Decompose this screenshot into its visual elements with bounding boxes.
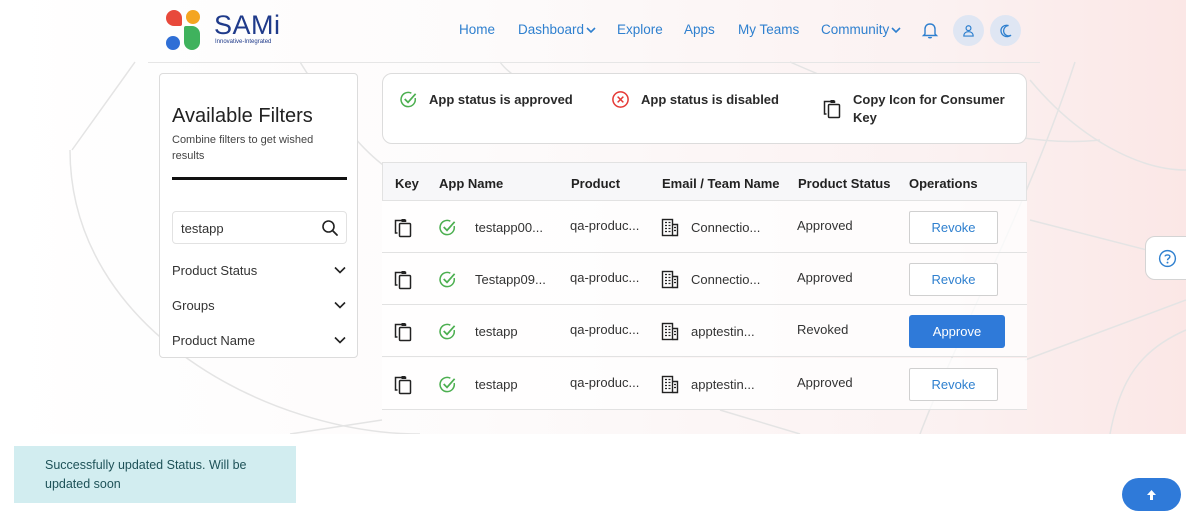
filter-groups-label: Groups: [172, 298, 215, 313]
filter-product-status[interactable]: Product Status: [172, 263, 347, 281]
chevron-down-icon: [334, 301, 346, 309]
filter-product-name-label: Product Name: [172, 333, 256, 348]
table-row: testapp qa-produc... apptestin... Revoked Ap…: [382, 305, 1027, 357]
status-cell: Approved: [797, 375, 853, 390]
col-app-name: App Name: [439, 176, 504, 191]
question-circle-icon: [1158, 249, 1177, 267]
col-key: Key: [395, 176, 419, 191]
product-cell: qa-produc...: [570, 270, 640, 285]
table-row: testapp qa-produc... apptestin... Approved R…: [382, 358, 1027, 410]
user-profile-button[interactable]: [953, 15, 984, 46]
legend-approved-label: App status is approved: [429, 92, 573, 107]
nav-dashboard[interactable]: Dashboard: [518, 22, 596, 40]
col-email-team: Email / Team Name: [662, 176, 780, 191]
filters-panel: Available Filters Combine filters to get…: [159, 73, 358, 358]
arrow-up-icon: [1147, 489, 1156, 500]
legend-copy-label: Copy Icon for Consumer Key: [853, 92, 1005, 125]
table-row: Testapp09... qa-produc... Connectio... Appr…: [382, 253, 1027, 305]
copy-icon: [823, 100, 841, 119]
team-cell: apptestin...: [691, 324, 755, 339]
theme-toggle-button[interactable]: [990, 15, 1021, 46]
user-icon: [963, 25, 974, 37]
filters-divider: [172, 177, 347, 180]
nav-dashboard-label: Dashboard: [518, 22, 585, 37]
chevron-down-icon: [334, 336, 346, 344]
header-divider: [148, 62, 1040, 63]
check-circle-icon: [439, 219, 456, 236]
legend-disabled-label: App status is disabled: [641, 92, 779, 107]
table-row: testapp00... qa-produc... Connectio... Appr…: [382, 201, 1027, 253]
building-icon: [661, 322, 679, 341]
search-input[interactable]: testapp: [172, 211, 347, 244]
status-cell: Approved: [797, 270, 853, 285]
filter-product-status-label: Product Status: [172, 263, 258, 278]
copy-icon[interactable]: [393, 322, 413, 342]
sami-logo[interactable]: SAMi Innovative-Integrated: [164, 8, 284, 54]
apps-table: Key App Name Product Email / Team Name P…: [382, 162, 1027, 411]
product-cell: qa-produc...: [570, 322, 640, 337]
check-circle-icon: [439, 376, 456, 393]
filters-title: Available Filters: [172, 105, 313, 127]
nav-explore[interactable]: Explore: [617, 22, 663, 40]
filters-subtitle: Combine filters to get wished results: [172, 134, 314, 162]
copy-icon[interactable]: [393, 375, 413, 395]
approve-button[interactable]: Approve: [909, 315, 1005, 348]
app-name-cell[interactable]: testapp00...: [475, 220, 543, 235]
col-operations: Operations: [909, 176, 978, 191]
scroll-to-top-button[interactable]: [1122, 478, 1181, 511]
brand-tagline: Innovative-Integrated: [215, 39, 272, 45]
nav-my-teams[interactable]: My Teams: [738, 22, 799, 40]
filter-groups[interactable]: Groups: [172, 298, 347, 316]
logo-blue-shape: [166, 36, 180, 50]
status-cell: Approved: [797, 218, 853, 233]
table-header: Key App Name Product Email / Team Name P…: [382, 162, 1027, 201]
team-cell: Connectio...: [691, 272, 761, 287]
chevron-down-icon: [334, 266, 346, 274]
status-cell: Revoked: [797, 322, 849, 337]
app-name-cell[interactable]: testapp: [475, 377, 518, 392]
copy-icon[interactable]: [393, 270, 413, 290]
building-icon: [661, 375, 679, 394]
nav-community[interactable]: Community: [821, 22, 901, 40]
product-cell: qa-produc...: [570, 375, 640, 390]
app-name-cell[interactable]: testapp: [475, 324, 518, 339]
col-product-status: Product Status: [798, 176, 891, 191]
brand-name: SAMi: [214, 10, 281, 40]
chevron-down-icon: [586, 27, 596, 34]
filter-product-name[interactable]: Product Name: [172, 333, 347, 351]
search-input-value: testapp: [181, 221, 224, 236]
moon-icon: [999, 24, 1011, 37]
logo-orange-shape: [186, 10, 200, 24]
revoke-button[interactable]: Revoke: [909, 211, 998, 244]
nav-apps[interactable]: Apps: [684, 22, 715, 40]
nav-home[interactable]: Home: [459, 22, 495, 40]
team-cell: apptestin...: [691, 377, 755, 392]
status-legend: App status is approved App status is dis…: [382, 73, 1027, 144]
copy-icon[interactable]: [393, 218, 413, 238]
logo-green-shape: [184, 26, 200, 50]
help-button[interactable]: [1145, 236, 1186, 280]
search-icon[interactable]: [321, 219, 339, 237]
toast-message: Successfully updated Status. Will be upd…: [45, 458, 247, 491]
team-cell: Connectio...: [691, 220, 761, 235]
check-circle-icon: [439, 323, 456, 340]
revoke-button[interactable]: Revoke: [909, 368, 998, 401]
x-circle-icon: [612, 91, 629, 108]
bell-icon[interactable]: [920, 20, 940, 40]
logo-red-shape: [166, 10, 182, 26]
col-product: Product: [571, 176, 621, 191]
chevron-down-icon: [891, 27, 901, 34]
product-cell: qa-produc...: [570, 218, 640, 233]
top-nav-bar: SAMi Innovative-Integrated Home Dashboar…: [0, 0, 1186, 62]
success-toast: Successfully updated Status. Will be upd…: [14, 446, 296, 503]
nav-community-label: Community: [821, 22, 890, 37]
check-circle-icon: [400, 91, 417, 108]
app-name-cell[interactable]: Testapp09...: [475, 272, 546, 287]
building-icon: [661, 218, 679, 237]
revoke-button[interactable]: Revoke: [909, 263, 998, 296]
check-circle-icon: [439, 271, 456, 288]
building-icon: [661, 270, 679, 289]
